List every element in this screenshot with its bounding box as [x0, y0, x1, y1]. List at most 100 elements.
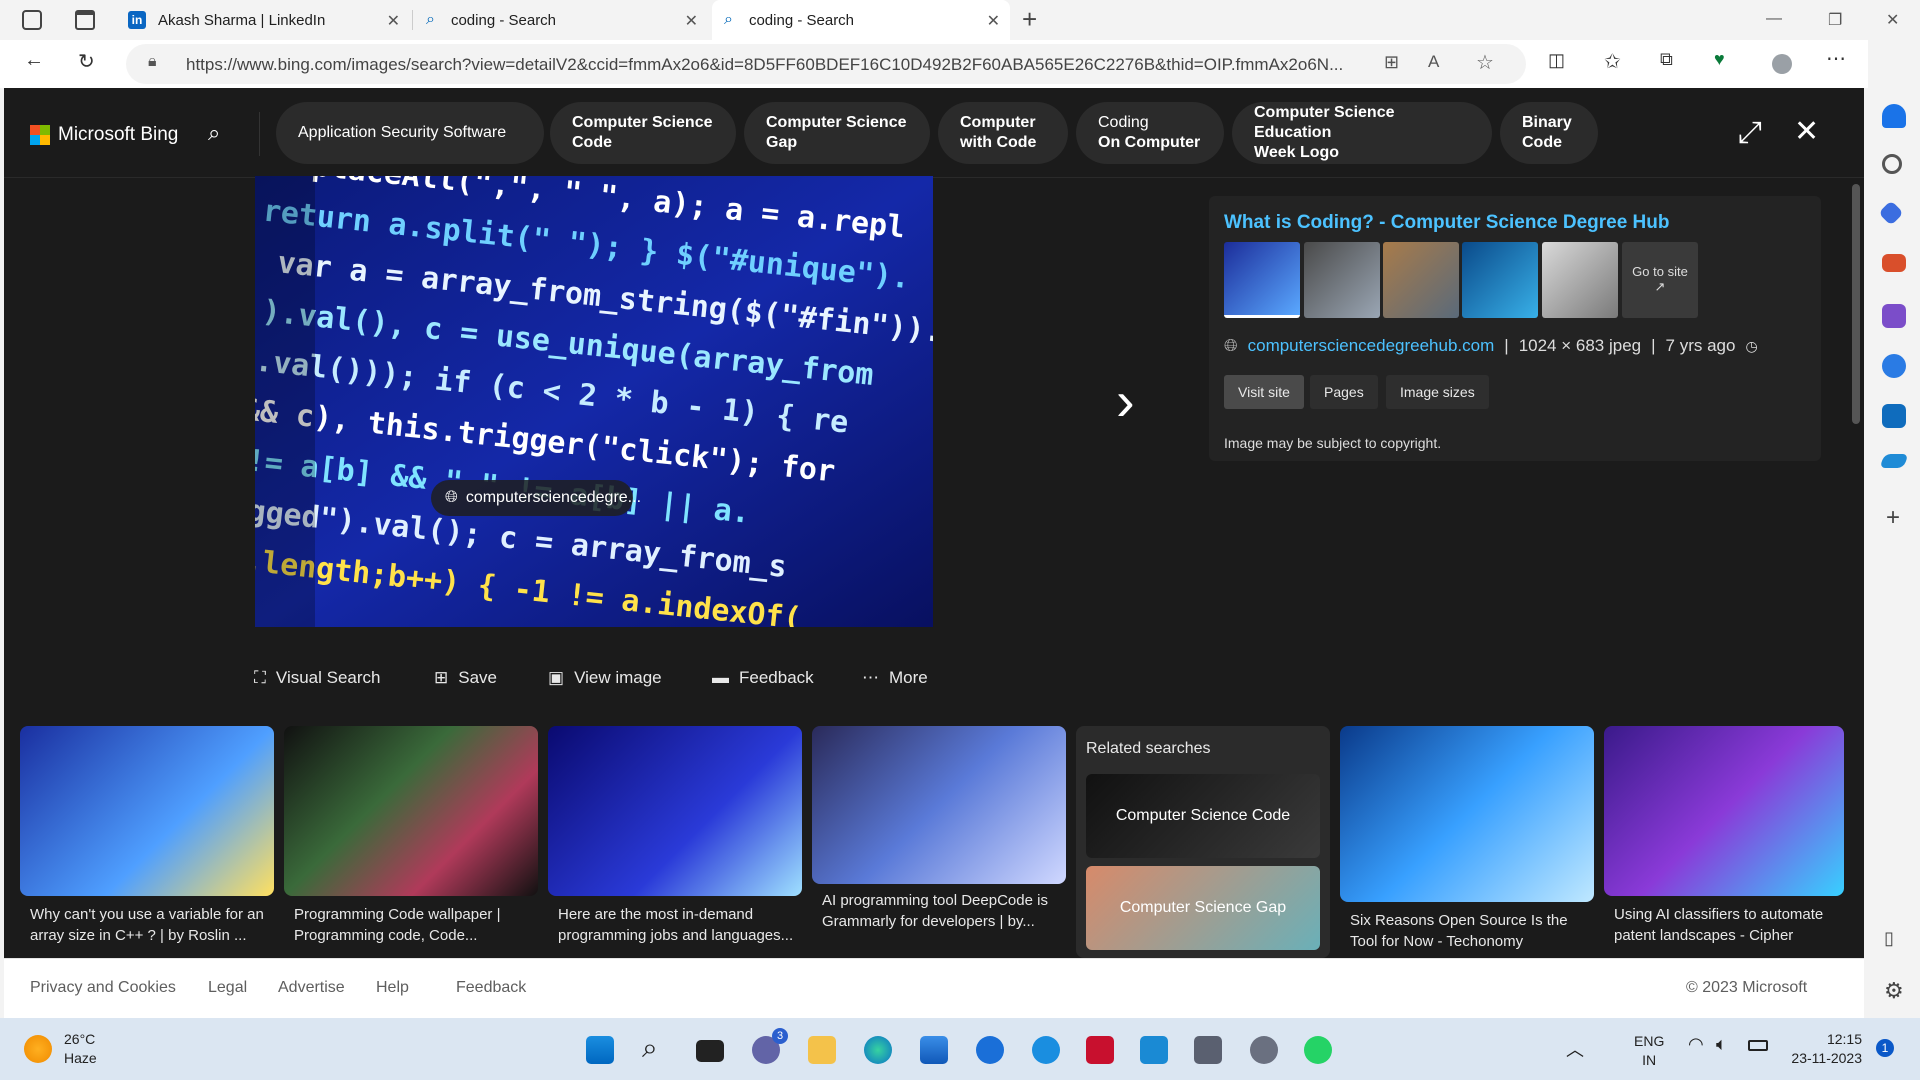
collections-icon[interactable]: ⧉ [1660, 49, 1673, 70]
tab-actions-icon[interactable] [75, 10, 95, 30]
wifi-icon[interactable]: ◠ [1688, 1034, 1704, 1055]
save-button[interactable]: ⊞ Save [434, 668, 497, 688]
advertise-link[interactable]: Advertise [278, 979, 345, 997]
related-thumb[interactable] [1224, 242, 1300, 318]
minimize-button[interactable]: — [1766, 10, 1782, 28]
back-arrow-icon[interactable]: ← [24, 49, 44, 72]
volume-icon[interactable]: 🔈︎ [1716, 1034, 1727, 1055]
related-chip-computer-with-code[interactable]: Computer with Code [938, 102, 1068, 164]
visit-site-button[interactable]: Visit site [1224, 375, 1304, 409]
search-icon[interactable] [1882, 154, 1902, 174]
microsoft-365-icon[interactable] [1882, 354, 1906, 378]
camera-icon[interactable] [1194, 1036, 1222, 1064]
privacy-link[interactable]: Privacy and Cookies [30, 979, 176, 997]
source-domain-link[interactable]: computersciencedegreehub.com [1248, 336, 1495, 356]
favorite-star-icon[interactable]: ☆ [1476, 50, 1494, 75]
help-link[interactable]: Help [376, 979, 409, 997]
pages-button[interactable]: Pages [1310, 375, 1378, 409]
settings-gear-icon[interactable]: ⚙ [1884, 978, 1904, 1004]
chevron-up-icon[interactable]: ︿ [1566, 1036, 1584, 1062]
main-image[interactable]: .replaceAll(",", " ", a); a = a.repl ret… [255, 176, 933, 627]
new-tab-button[interactable]: + [1022, 4, 1037, 35]
browser-essentials-icon[interactable]: ♥ [1714, 49, 1725, 70]
vscode-icon[interactable] [1140, 1036, 1168, 1064]
feedback-link[interactable]: Feedback [456, 979, 526, 997]
close-icon[interactable]: ✕ [1794, 114, 1819, 149]
file-explorer-icon[interactable] [808, 1036, 836, 1064]
favorites-icon[interactable]: ✩ [1604, 49, 1621, 74]
related-chip-cs-education-week-logo[interactable]: Computer Science Education Week Logo [1232, 102, 1492, 164]
read-aloud-icon[interactable]: A [1428, 52, 1439, 72]
next-image-arrow-icon[interactable]: › [1116, 368, 1135, 433]
related-chip-application-security[interactable]: Application Security Software [276, 102, 544, 164]
weather-widget[interactable]: 26°C Haze [24, 1030, 97, 1068]
related-thumb[interactable] [1304, 242, 1380, 318]
language-indicator[interactable]: ENG IN [1634, 1032, 1664, 1070]
feedback-button[interactable]: ▬ Feedback [712, 668, 814, 688]
microsoft-store-icon[interactable] [920, 1036, 948, 1064]
image-source-pill[interactable]: 🌐︎ computersciencedegre... [431, 480, 641, 516]
legal-link[interactable]: Legal [208, 979, 247, 997]
result-card[interactable]: Using AI classifiers to automate patent … [1604, 726, 1844, 958]
related-thumb[interactable] [1542, 242, 1618, 318]
image-sizes-button[interactable]: Image sizes [1386, 375, 1489, 409]
mcafee-icon[interactable] [1086, 1036, 1114, 1064]
tab-linkedin[interactable]: in Akash Sharma | LinkedIn ✕ [118, 0, 410, 40]
result-card[interactable]: AI programming tool DeepCode is Grammarl… [812, 726, 1066, 958]
microsoft-logo-icon[interactable] [30, 125, 50, 145]
search-icon[interactable]: ⌕ [642, 1032, 658, 1065]
more-button[interactable]: ⋯ More [862, 668, 928, 688]
close-tab-icon[interactable]: ✕ [685, 11, 698, 31]
settings-gear-icon[interactable] [1250, 1036, 1278, 1064]
tab-coding-search-2[interactable]: ⌕ coding - Search ✕ [712, 0, 1010, 40]
close-tab-icon[interactable]: ✕ [387, 11, 400, 31]
drop-send-icon[interactable] [1879, 454, 1909, 468]
related-search-item[interactable]: Computer Science Code [1086, 774, 1320, 858]
vertical-scrollbar[interactable] [1852, 184, 1860, 424]
profile-icon[interactable] [1772, 54, 1792, 74]
edge-browser-icon[interactable] [864, 1036, 892, 1064]
view-image-button[interactable]: ▣ View image [548, 668, 662, 688]
related-chip-binary-code[interactable]: Binary Code [1500, 102, 1598, 164]
close-tab-icon[interactable]: ✕ [987, 11, 1000, 31]
go-to-site-button[interactable]: Go to site ↗ [1622, 242, 1698, 318]
add-sidebar-app-icon[interactable]: + [1886, 504, 1900, 532]
visual-search-button[interactable]: ⛶ Visual Search [254, 668, 381, 688]
split-screen-icon[interactable]: ◫ [1548, 50, 1565, 71]
search-icon[interactable]: ⌕ [208, 120, 220, 146]
result-card[interactable]: Here are the most in-demand programming … [548, 726, 802, 958]
result-card[interactable]: Programming Code wallpaper | Programming… [284, 726, 538, 958]
whatsapp-icon[interactable] [1304, 1036, 1332, 1064]
notification-badge[interactable]: 1 [1876, 1039, 1894, 1057]
app-icon[interactable] [1032, 1036, 1060, 1064]
related-search-item[interactable]: Computer Science Gap [1086, 866, 1320, 950]
expand-icon[interactable]: ⤢ [1738, 116, 1762, 150]
result-card[interactable]: Six Reasons Open Source Is the Tool for … [1340, 726, 1594, 958]
shopping-tag-icon[interactable] [1878, 200, 1904, 226]
start-windows-icon[interactable] [586, 1036, 614, 1064]
outlook-icon[interactable] [1882, 404, 1906, 428]
restore-button[interactable]: ❐ [1828, 10, 1842, 30]
app-icon[interactable] [976, 1036, 1004, 1064]
related-chip-coding-on-computer[interactable]: Coding On Computer [1076, 102, 1224, 164]
bing-logo-text[interactable]: Microsoft Bing [58, 124, 178, 146]
workspaces-icon[interactable] [22, 10, 42, 30]
tab-coding-search-1[interactable]: ⌕ coding - Search ✕ [414, 0, 708, 40]
address-bar[interactable]: 🔒︎ https://www.bing.com/images/search?vi… [126, 44, 1526, 84]
result-card[interactable]: Why can't you use a variable for an arra… [20, 726, 274, 958]
refresh-icon[interactable]: ↻ [78, 49, 95, 74]
hide-sidebar-icon[interactable]: ▯ [1884, 928, 1894, 949]
task-view-icon[interactable] [696, 1040, 724, 1062]
tools-briefcase-icon[interactable] [1882, 254, 1906, 272]
image-title-link[interactable]: What is Coding? - Computer Science Degre… [1224, 212, 1670, 234]
notifications-bell-icon[interactable] [1882, 104, 1906, 128]
related-chip-cs-gap[interactable]: Computer Science Gap [744, 102, 930, 164]
close-window-button[interactable]: ✕ [1886, 10, 1899, 30]
related-thumb[interactable] [1462, 242, 1538, 318]
games-icon[interactable] [1882, 304, 1906, 328]
clock[interactable]: 12:15 23-11-2023 [1784, 1030, 1862, 1068]
related-thumb[interactable] [1383, 242, 1459, 318]
related-chip-cs-code[interactable]: Computer Science Code [550, 102, 736, 164]
apps-icon[interactable]: ⊞ [1384, 52, 1399, 73]
more-menu-icon[interactable]: ⋯ [1826, 46, 1846, 71]
